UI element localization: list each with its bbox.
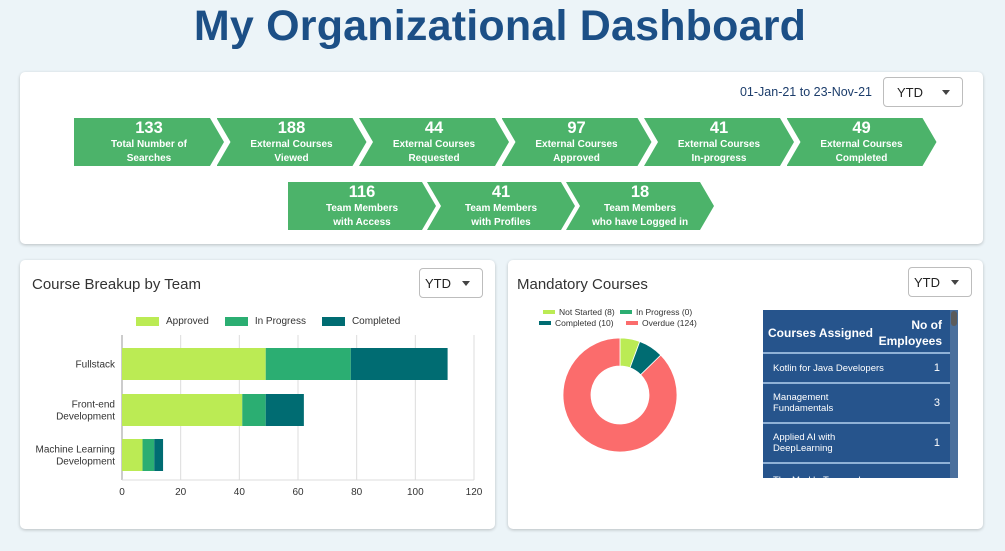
employee-count: 1 xyxy=(933,437,940,449)
kpi-value: 41 xyxy=(709,119,729,137)
bar-approved-1[interactable] xyxy=(122,394,243,426)
kpi-period-select[interactable]: YTD xyxy=(883,77,963,107)
y-category-label: Development xyxy=(56,457,115,468)
table-header: Courses Assigned No of Employees xyxy=(763,310,950,354)
course-name: Management Fundamentals xyxy=(773,392,834,414)
course-name: Kotlin for Java Developers xyxy=(773,363,884,374)
kpi-tile-row1-3[interactable]: 97 External Courses Approved xyxy=(501,118,652,166)
kpi-label-line1: Team Members xyxy=(325,203,399,214)
kpi-label-line1: External Courses xyxy=(677,139,761,150)
kpi-tile-row1-1[interactable]: 188 External Courses Viewed xyxy=(216,118,367,166)
kpi-tile-row1-4[interactable]: 41 External Courses In-progress xyxy=(644,118,794,166)
pie-legend-swatch-in-progress xyxy=(620,310,632,314)
kpi-label-line1: External Courses xyxy=(392,139,476,150)
kpi-tile-row1-0[interactable]: 133 Total Number of Searches xyxy=(74,118,224,166)
page-title: My Organizational Dashboard xyxy=(193,2,807,50)
pie-legend-label[interactable]: Overdue (124) xyxy=(642,318,697,328)
kpi-value: 133 xyxy=(135,119,163,137)
bar-in-progress-2[interactable] xyxy=(142,439,155,471)
kpi-label-line1: Team Members xyxy=(603,203,677,214)
bar-in-progress-0[interactable] xyxy=(265,348,351,380)
mandatory-courses-card: Mandatory Courses YTD Not Started (8) In … xyxy=(508,260,983,529)
course-name: Applied AI with DeepLearning xyxy=(773,432,836,454)
course-name: The Merkle Tree and xyxy=(773,475,861,478)
kpi-label-line2: Completed xyxy=(835,153,888,164)
employee-count: 3 xyxy=(933,397,940,409)
kpi-label-line2: Searches xyxy=(126,153,172,164)
bar-approved-2[interactable] xyxy=(122,439,143,471)
pie-legend-swatch-completed xyxy=(539,321,551,325)
x-tick-label: 20 xyxy=(175,487,187,498)
header-courses-assigned: Courses Assigned xyxy=(768,326,873,340)
mandatory-period-value: YTD xyxy=(914,275,940,290)
bar-in-progress-1[interactable] xyxy=(242,394,266,426)
chevron-down-icon xyxy=(951,280,959,285)
bar-approved-0[interactable] xyxy=(122,348,266,380)
table-scrollbar-thumb[interactable] xyxy=(951,311,957,326)
x-tick-label: 0 xyxy=(119,487,125,498)
table-row[interactable]: The Merkle Tree and xyxy=(763,464,950,478)
kpi-tile-row2-0[interactable]: 116 Team Members with Access xyxy=(288,182,436,230)
y-category-label: Front-end xyxy=(72,400,115,411)
pie-legend-swatch-overdue xyxy=(626,321,638,325)
course-breakup-card: Course Breakup by Team YTD Approved In P… xyxy=(20,260,495,529)
kpi-value: 49 xyxy=(852,119,871,137)
mandatory-period-select[interactable]: YTD xyxy=(908,267,972,297)
kpi-label-line2: Requested xyxy=(408,153,460,164)
y-category-label: Fullstack xyxy=(76,360,116,371)
course-breakup-bar-chart: 0 20 40 60 80 100 120FullstackFront-endDevelop… xyxy=(36,335,483,498)
kpi-value: 97 xyxy=(567,119,586,137)
table-scrollbar[interactable] xyxy=(950,310,958,478)
header-no-of-employees: No of Employees xyxy=(878,318,942,348)
y-category-label: Machine Learning xyxy=(36,445,116,456)
kpi-label-line2: Approved xyxy=(553,153,600,164)
bar-completed-1[interactable] xyxy=(265,394,304,426)
x-tick-label: 40 xyxy=(234,487,246,498)
kpi-tile-row1-5[interactable]: 49 External Courses Completed xyxy=(786,118,937,166)
kpi-value: 44 xyxy=(424,119,444,137)
kpi-summary-card: 01-Jan-21 to 23-Nov-21 YTD 133 Total Num… xyxy=(20,72,983,244)
courses-assigned-table: Courses Assigned No of Employees Kotlin f… xyxy=(763,310,958,478)
kpi-label-line1: Team Members xyxy=(464,203,538,214)
employee-count: 1 xyxy=(933,362,940,374)
bar-completed-0[interactable] xyxy=(350,348,448,380)
pie-legend-swatch-not-started xyxy=(543,310,555,314)
kpi-label-line1: External Courses xyxy=(250,139,333,150)
bar-completed-2[interactable] xyxy=(154,439,164,471)
x-tick-label: 100 xyxy=(407,487,424,498)
kpi-value: 18 xyxy=(630,183,650,201)
x-tick-label: 60 xyxy=(292,487,304,498)
mandatory-courses-donut-chart: Not Started (8) In Progress (0) Completed … xyxy=(539,307,697,453)
table-row[interactable]: Management Fundamentals 3 xyxy=(763,384,950,424)
pie-legend-label[interactable]: In Progress (0) xyxy=(636,307,692,317)
kpi-period-value: YTD xyxy=(897,85,923,100)
x-tick-label: 80 xyxy=(351,487,363,498)
kpi-value: 116 xyxy=(348,183,376,201)
pie-legend-label[interactable]: Not Started (8) xyxy=(559,307,615,317)
kpi-label-line2: who have Logged in xyxy=(591,217,689,228)
kpi-label-line2: with Access xyxy=(333,217,391,228)
kpi-label-line2: with Profiles xyxy=(471,217,531,228)
kpi-label-line2: In-progress xyxy=(691,153,747,164)
kpi-value: 188 xyxy=(277,119,306,137)
date-range-label: 01-Jan-21 to 23-Nov-21 xyxy=(739,85,872,99)
kpi-label-line1: External Courses xyxy=(820,139,903,150)
kpi-tile-row1-2[interactable]: 44 External Courses Requested xyxy=(359,118,509,166)
chevron-down-icon xyxy=(942,90,950,95)
pie-legend-label[interactable]: Completed (10) xyxy=(555,318,614,328)
kpi-label-line1: External Courses xyxy=(535,139,618,150)
kpi-label-line1: Total Number of xyxy=(111,139,187,150)
kpi-label-line2: Viewed xyxy=(274,153,309,164)
kpi-tile-row2-2[interactable]: 18 Team Members who have Logged in xyxy=(566,182,714,230)
kpi-value: 41 xyxy=(491,183,511,201)
table-row[interactable]: Applied AI with DeepLearning 1 xyxy=(763,424,950,464)
y-category-label: Development xyxy=(56,412,115,423)
x-tick-label: 120 xyxy=(466,487,483,498)
kpi-tile-row2-1[interactable]: 41 Team Members with Profiles xyxy=(427,182,575,230)
table-row[interactable]: Kotlin for Java Developers 1 xyxy=(763,354,950,384)
